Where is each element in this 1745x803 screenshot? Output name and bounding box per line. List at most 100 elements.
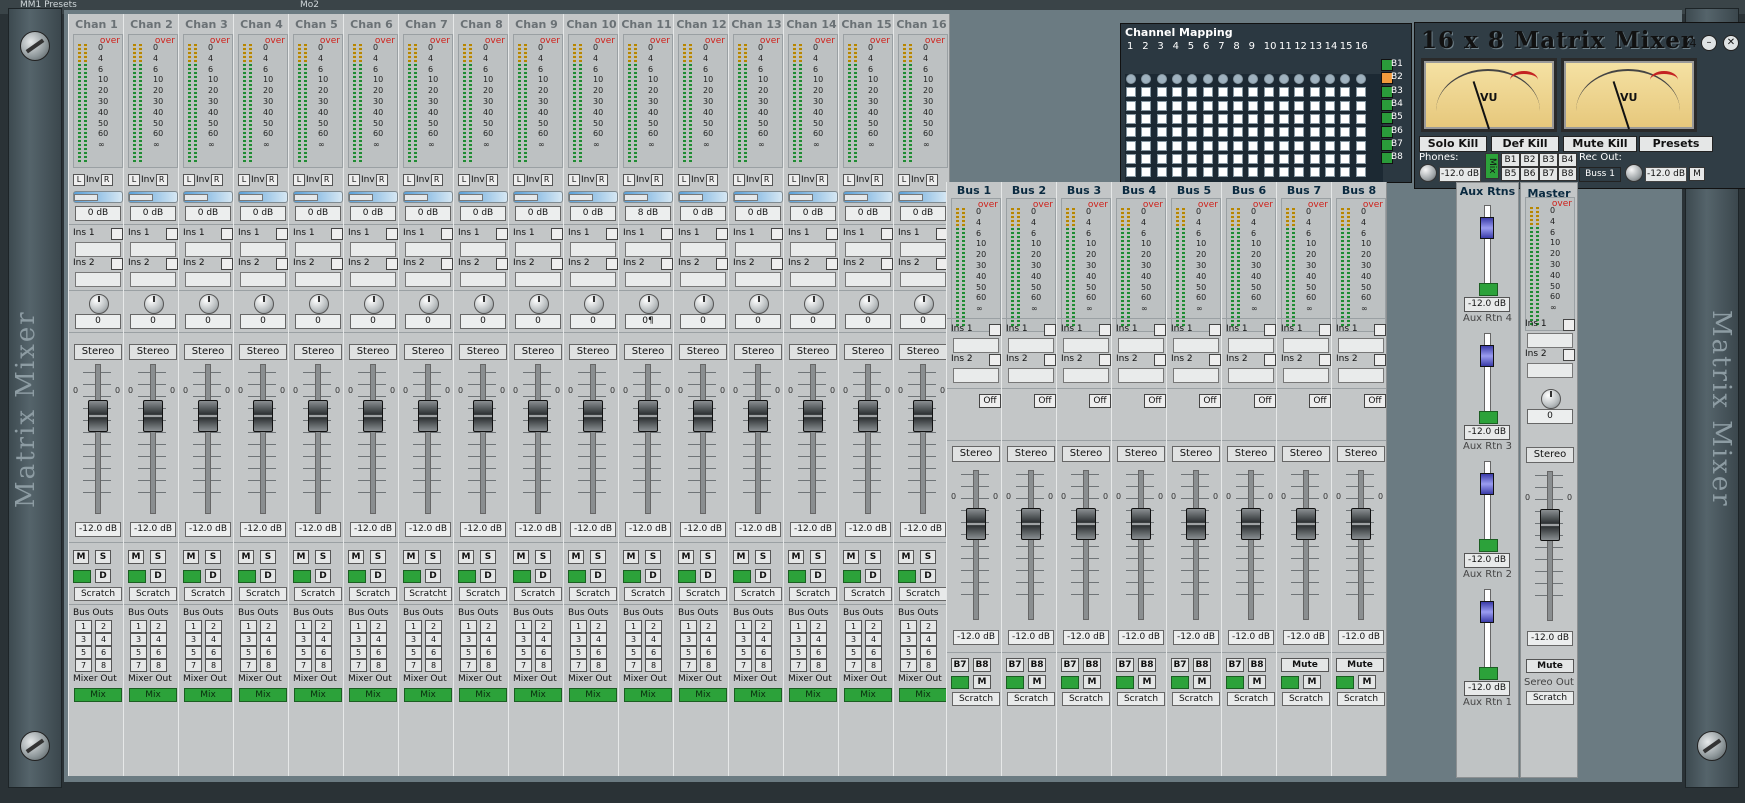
- mapping-cell[interactable]: [1324, 87, 1335, 98]
- mapping-cell[interactable]: [1217, 140, 1228, 151]
- bus-out-3-button[interactable]: 3: [295, 633, 312, 646]
- mapping-cell[interactable]: [1171, 113, 1182, 124]
- insert-1-checkbox[interactable]: [1374, 324, 1386, 336]
- bus-out-4-button[interactable]: 4: [920, 633, 937, 646]
- bus-out-8-button[interactable]: 8: [260, 659, 277, 672]
- pan-knob[interactable]: [694, 294, 714, 314]
- right-toggle[interactable]: R: [155, 174, 168, 186]
- stereo-button[interactable]: Stereo: [1117, 446, 1165, 462]
- mute-button[interactable]: M: [73, 550, 89, 564]
- master-fader-handle[interactable]: [1540, 509, 1560, 541]
- master-pan-knob[interactable]: [1541, 389, 1561, 409]
- bus-out-4-button[interactable]: 4: [370, 633, 387, 646]
- fader-handle[interactable]: [583, 400, 603, 432]
- insert-2-slot[interactable]: [515, 272, 561, 287]
- insert-2-checkbox[interactable]: [111, 258, 123, 270]
- insert-2-slot[interactable]: [240, 272, 286, 287]
- insert-2-checkbox[interactable]: [551, 258, 563, 270]
- solo-kill-button[interactable]: Solo Kill: [1419, 136, 1487, 152]
- mute-button[interactable]: M: [678, 550, 694, 564]
- scratch-button[interactable]: Scratch: [239, 587, 287, 601]
- bus-on-led[interactable]: [1116, 676, 1134, 689]
- bus-out-8-button[interactable]: 8: [95, 659, 112, 672]
- mute-button[interactable]: M: [843, 550, 859, 564]
- fader-handle[interactable]: [748, 400, 768, 432]
- bus-out-5-button[interactable]: 5: [295, 646, 312, 659]
- bus-mute-m-button[interactable]: M: [1193, 675, 1211, 689]
- mapping-cell[interactable]: [1156, 127, 1167, 138]
- bus-out-1-button[interactable]: 1: [405, 620, 422, 633]
- mix-button[interactable]: Mix: [679, 688, 727, 702]
- channel-on-led[interactable]: [843, 570, 861, 583]
- insert-1-slot[interactable]: [240, 242, 286, 257]
- bus-out-6-button[interactable]: 6: [480, 646, 497, 659]
- mapping-cell[interactable]: [1217, 74, 1228, 84]
- fader-handle[interactable]: [473, 400, 493, 432]
- insert-2-checkbox[interactable]: [1563, 349, 1575, 361]
- off-button[interactable]: Off: [1089, 394, 1111, 408]
- right-toggle[interactable]: R: [485, 174, 498, 186]
- scratch-button[interactable]: Scratch: [1227, 692, 1275, 706]
- mapping-cell[interactable]: [1202, 153, 1213, 164]
- mapping-cell[interactable]: [1355, 140, 1366, 151]
- insert-2-checkbox[interactable]: [989, 354, 1001, 366]
- right-toggle[interactable]: R: [210, 174, 223, 186]
- mapping-cell[interactable]: [1126, 167, 1136, 178]
- b8-button[interactable]: B8: [1083, 658, 1101, 672]
- scratch-button[interactable]: Scratch: [569, 587, 617, 601]
- insert-2-checkbox[interactable]: [881, 258, 893, 270]
- bus-out-3-button[interactable]: 3: [130, 633, 147, 646]
- mapping-cell[interactable]: [1248, 127, 1259, 138]
- solo-button[interactable]: S: [315, 550, 331, 564]
- bus-out-5-button[interactable]: 5: [790, 646, 807, 659]
- left-toggle[interactable]: L: [843, 174, 855, 186]
- mapping-cell[interactable]: [1187, 74, 1198, 84]
- mapping-cell[interactable]: [1248, 113, 1259, 124]
- insert-2-slot[interactable]: [295, 272, 341, 287]
- pan-knob[interactable]: [254, 294, 274, 314]
- mapping-cell[interactable]: [1324, 167, 1335, 178]
- mapping-cell[interactable]: [1309, 167, 1320, 178]
- mapping-cell[interactable]: [1294, 113, 1305, 124]
- insert-1-slot[interactable]: [460, 242, 506, 257]
- mapping-cell[interactable]: [1187, 100, 1198, 111]
- insert-1-checkbox[interactable]: [1563, 319, 1575, 331]
- mapping-cell[interactable]: [1156, 100, 1167, 111]
- bus-out-6-button[interactable]: 6: [590, 646, 607, 659]
- bus-out-5-button[interactable]: 5: [185, 646, 202, 659]
- insert-1-slot[interactable]: [1283, 338, 1329, 353]
- scratch-button[interactable]: Scratch: [129, 587, 177, 601]
- mapping-cell[interactable]: [1324, 127, 1335, 138]
- scratch-button[interactable]: Scratcht: [404, 587, 452, 601]
- b7-button[interactable]: B7: [1116, 658, 1134, 672]
- trim-slider[interactable]: [458, 191, 508, 203]
- phones-bus-3-button[interactable]: B3: [1539, 153, 1558, 167]
- mapping-cell[interactable]: [1279, 87, 1289, 98]
- phones-bus-5-button[interactable]: B5: [1501, 167, 1520, 181]
- fader-handle[interactable]: [1076, 508, 1096, 540]
- bus-mute-button[interactable]: Mute: [1336, 658, 1384, 672]
- bus-out-4-button[interactable]: 4: [535, 633, 552, 646]
- mapping-cell[interactable]: [1340, 127, 1351, 138]
- right-toggle[interactable]: R: [265, 174, 278, 186]
- insert-1-slot[interactable]: [570, 242, 616, 257]
- mix-button[interactable]: Mix: [899, 688, 947, 702]
- insert-1-slot[interactable]: [1173, 338, 1219, 353]
- solo-button[interactable]: S: [205, 550, 221, 564]
- bus-out-8-button[interactable]: 8: [150, 659, 167, 672]
- bus-out-8-button[interactable]: 8: [755, 659, 772, 672]
- mix-button[interactable]: Mix: [514, 688, 562, 702]
- bus-out-6-button[interactable]: 6: [370, 646, 387, 659]
- pan-knob[interactable]: [419, 294, 439, 314]
- fader-handle[interactable]: [1241, 508, 1261, 540]
- bus-out-3-button[interactable]: 3: [845, 633, 862, 646]
- bus-out-1-button[interactable]: 1: [75, 620, 92, 633]
- bus-out-7-button[interactable]: 7: [130, 659, 147, 672]
- insert-1-checkbox[interactable]: [1154, 324, 1166, 336]
- scratch-button[interactable]: Scratch: [459, 587, 507, 601]
- insert-2-slot[interactable]: [1173, 368, 1219, 383]
- scratch-button[interactable]: Scratch: [844, 587, 892, 601]
- right-toggle[interactable]: R: [815, 174, 828, 186]
- channel-on-led[interactable]: [293, 570, 311, 583]
- insert-1-checkbox[interactable]: [1319, 324, 1331, 336]
